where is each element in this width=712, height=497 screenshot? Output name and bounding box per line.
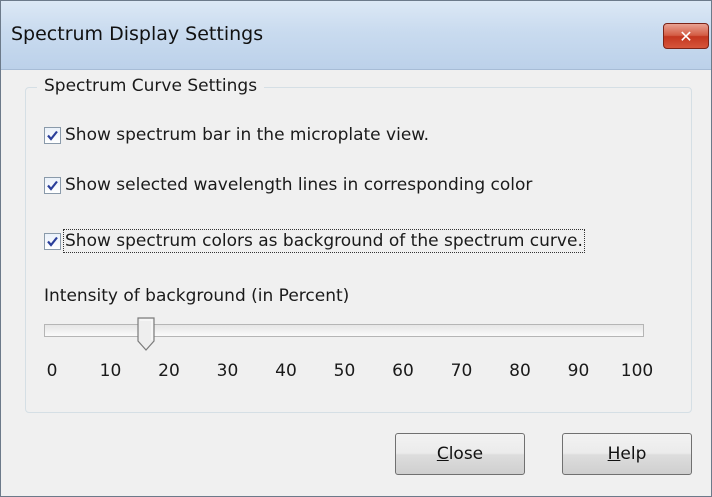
tick-label: 20 (158, 361, 180, 381)
checkmark-icon (47, 130, 58, 141)
checkbox-show-spectrum-bar[interactable]: Show spectrum bar in the microplate view… (44, 124, 429, 146)
checkbox-label: Show spectrum colors as background of th… (63, 229, 585, 253)
checkbox-show-spectrum-background[interactable]: Show spectrum colors as background of th… (44, 229, 585, 253)
help-button-label: elp (620, 444, 647, 464)
dialog-window: Spectrum Display Settings ✕ Spectrum Cur… (0, 0, 712, 497)
intensity-slider-thumb[interactable] (137, 317, 155, 351)
tick-label: 10 (99, 361, 122, 381)
checkbox-label: Show selected wavelength lines in corres… (65, 175, 533, 195)
tick-label: 90 (567, 361, 590, 381)
intensity-slider-track[interactable] (44, 324, 644, 337)
checkmark-icon (47, 180, 58, 191)
close-button-mnemonic: C (436, 444, 449, 464)
tick-label: 60 (392, 361, 414, 381)
close-window-button[interactable]: ✕ (663, 23, 709, 49)
window-title: Spectrum Display Settings (11, 23, 264, 45)
checkbox-show-wavelength-lines[interactable]: Show selected wavelength lines in corres… (44, 174, 532, 196)
checkbox-box[interactable] (44, 232, 61, 250)
tick-label: 30 (216, 361, 239, 381)
checkmark-icon (47, 236, 58, 247)
help-button[interactable]: Help (562, 433, 692, 475)
tick-label: 80 (509, 361, 531, 381)
tick-label: 100 (620, 361, 654, 381)
tick-label: 50 (333, 361, 356, 381)
tick-label: 0 (46, 361, 58, 381)
close-button-label: lose (448, 444, 484, 464)
help-button-mnemonic: H (607, 444, 621, 464)
slider-tick-labels: 0 10 20 30 40 50 60 70 80 90 100 (44, 361, 664, 385)
checkbox-box[interactable] (44, 176, 61, 194)
tick-label: 70 (450, 361, 473, 381)
group-legend: Spectrum Curve Settings (37, 76, 265, 96)
checkbox-label: Show spectrum bar in the microplate view… (65, 125, 430, 145)
close-button[interactable]: Close (395, 433, 525, 475)
checkbox-box[interactable] (44, 126, 61, 144)
close-icon: ✕ (679, 27, 693, 46)
title-bar[interactable]: Spectrum Display Settings ✕ (1, 1, 711, 70)
tick-label: 40 (275, 361, 297, 381)
slider-label: Intensity of background (in Percent) (44, 286, 350, 306)
